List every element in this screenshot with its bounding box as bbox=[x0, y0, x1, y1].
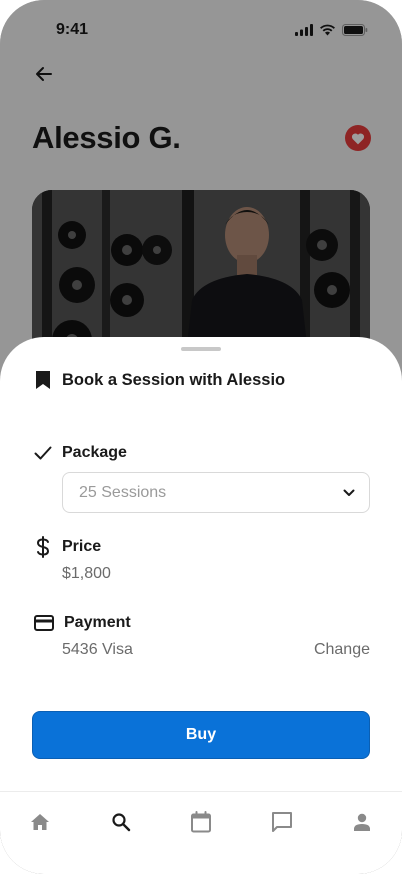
booking-sheet: Book a Session with Alessio Package 25 S… bbox=[0, 337, 402, 874]
change-payment-link[interactable]: Change bbox=[314, 641, 370, 659]
bookmark-icon bbox=[36, 371, 50, 389]
sheet-header: Book a Session with Alessio bbox=[34, 370, 285, 390]
tab-home[interactable] bbox=[28, 810, 52, 834]
search-icon bbox=[111, 813, 130, 832]
phone-screen: 9:41 Alessio G. Book a Session with Ales… bbox=[0, 0, 402, 874]
package-label: Package bbox=[62, 444, 127, 461]
payment-header: Payment bbox=[34, 611, 370, 635]
payment-row: 5436 Visa Change bbox=[62, 641, 370, 659]
price-label: Price bbox=[62, 538, 102, 555]
package-selected-value: 25 Sessions bbox=[79, 483, 167, 501]
checkmark-icon bbox=[34, 446, 52, 460]
price-section: Price $1,800 bbox=[34, 535, 370, 583]
tab-bar bbox=[0, 791, 402, 873]
calendar-icon bbox=[191, 811, 211, 833]
price-header: Price bbox=[34, 535, 370, 559]
credit-card-icon bbox=[34, 615, 54, 631]
payment-method: 5436 Visa bbox=[62, 641, 133, 658]
buy-button[interactable]: Buy bbox=[32, 711, 370, 759]
tab-messages[interactable] bbox=[270, 810, 294, 834]
payment-label: Payment bbox=[64, 614, 131, 631]
chevron-down-icon bbox=[343, 489, 355, 496]
home-icon bbox=[31, 814, 49, 830]
tab-profile[interactable] bbox=[350, 810, 374, 834]
price-value: $1,800 bbox=[62, 565, 111, 582]
sheet-grabber[interactable] bbox=[181, 347, 221, 351]
tab-search[interactable] bbox=[109, 810, 133, 834]
profile-icon bbox=[354, 813, 370, 831]
package-dropdown[interactable]: 25 Sessions bbox=[62, 472, 370, 513]
messages-icon bbox=[271, 812, 292, 832]
sheet-title: Book a Session with Alessio bbox=[62, 370, 286, 389]
tab-calendar[interactable] bbox=[189, 810, 213, 834]
package-header: Package bbox=[34, 441, 370, 465]
dollar-icon bbox=[36, 536, 50, 558]
package-section: Package 25 Sessions bbox=[34, 441, 370, 513]
payment-section: Payment 5436 Visa Change bbox=[34, 611, 370, 659]
